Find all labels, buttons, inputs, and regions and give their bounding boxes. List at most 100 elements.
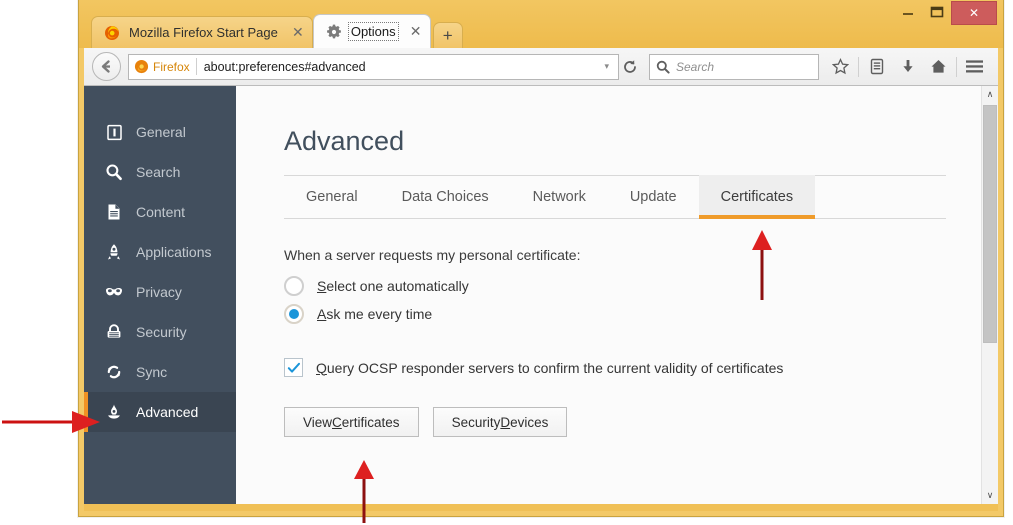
toolbar-separator xyxy=(858,56,859,77)
navigation-toolbar: Firefox about:preferences#advanced ▾ Sea… xyxy=(84,48,998,86)
rocket-icon xyxy=(104,242,124,262)
button-label-pre: Security xyxy=(451,414,501,430)
screenshot-root: Mozilla Firefox Start Page ✕ Options ✕ + xyxy=(0,0,1013,525)
radio-indicator[interactable] xyxy=(284,276,304,296)
sidebar-item-security[interactable]: Security xyxy=(84,312,236,352)
checkbox-indicator[interactable] xyxy=(284,358,303,377)
view-certificates-button[interactable]: View Certificates xyxy=(284,407,419,437)
hamburger-menu-icon[interactable] xyxy=(959,52,990,82)
arrow-to-view-certificates-button xyxy=(354,460,374,523)
page-title: Advanced xyxy=(284,126,405,156)
new-tab-button[interactable]: + xyxy=(432,22,463,48)
chevron-down-icon[interactable]: ▾ xyxy=(601,61,614,72)
close-button[interactable]: ✕ xyxy=(951,1,997,25)
sidebar-item-general[interactable]: General xyxy=(84,112,236,152)
radio-label: Select one automatically xyxy=(317,278,469,294)
scrollbar-thumb[interactable] xyxy=(983,105,997,344)
preferences-sidebar: General Search Content Applications Priv… xyxy=(84,86,236,504)
general-icon xyxy=(104,122,124,142)
tab-network[interactable]: Network xyxy=(511,175,608,218)
tab-certificates[interactable]: Certificates xyxy=(698,175,816,219)
scroll-up-icon[interactable]: ∧ xyxy=(982,86,998,103)
downloads-icon[interactable] xyxy=(892,52,923,82)
minimize-button[interactable] xyxy=(893,1,922,23)
security-devices-button[interactable]: Security Devices xyxy=(432,407,568,437)
checkbox-label: Query OCSP responder servers to confirm … xyxy=(316,360,783,376)
scrollbar-track[interactable] xyxy=(982,103,998,487)
identity-box[interactable]: Firefox xyxy=(134,59,196,74)
button-label-post: ertificates xyxy=(341,414,400,430)
identity-label: Firefox xyxy=(153,59,190,74)
tab-update[interactable]: Update xyxy=(608,175,699,218)
checkbox-label-text: uery OCSP responder servers to confirm t… xyxy=(326,359,784,376)
checkbox-query-ocsp[interactable]: Query OCSP responder servers to confirm … xyxy=(284,358,981,377)
home-icon[interactable] xyxy=(923,52,954,82)
accel-letter: Q xyxy=(316,359,327,376)
toolbar-separator xyxy=(956,56,957,77)
arrow-to-advanced-sidebar xyxy=(2,411,100,433)
tab-general[interactable]: General xyxy=(284,175,380,218)
radio-label-text: sk me every time xyxy=(326,306,433,322)
back-button[interactable] xyxy=(92,52,121,81)
radio-label: Ask me every time xyxy=(317,306,432,322)
bookmark-star-icon[interactable] xyxy=(825,52,856,82)
certificate-button-row: View Certificates Security Devices xyxy=(284,407,981,437)
radio-ask-me-every-time[interactable]: Ask me every time xyxy=(284,304,981,324)
address-bar[interactable]: Firefox about:preferences#advanced ▾ xyxy=(128,53,619,80)
maximize-button[interactable] xyxy=(922,1,951,23)
firefox-logo-icon xyxy=(105,25,119,40)
accel-letter: D xyxy=(500,414,511,430)
accel-letter: C xyxy=(332,414,342,430)
tab-label: Mozilla Firefox Start Page xyxy=(129,25,278,40)
url-text[interactable]: about:preferences#advanced xyxy=(204,60,602,74)
accel-letter: A xyxy=(317,306,327,322)
sidebar-item-label: Advanced xyxy=(136,404,199,420)
reload-button[interactable] xyxy=(619,59,641,75)
sidebar-item-label: General xyxy=(136,124,186,140)
tab-options[interactable]: Options ✕ xyxy=(312,14,431,48)
search-icon xyxy=(104,162,124,182)
sidebar-item-label: Applications xyxy=(136,244,212,260)
certificate-request-label: When a server requests my personal certi… xyxy=(284,247,581,263)
identity-separator xyxy=(195,58,197,75)
search-input[interactable]: Search xyxy=(676,60,714,74)
mask-icon xyxy=(104,282,124,302)
sidebar-item-privacy[interactable]: Privacy xyxy=(84,272,236,312)
sidebar-item-label: Content xyxy=(136,204,186,220)
sidebar-item-applications[interactable]: Applications xyxy=(84,232,236,272)
firefox-logo-icon xyxy=(134,59,149,74)
advanced-pane: Advanced General Data Choices Network Up… xyxy=(236,86,981,504)
sidebar-item-advanced[interactable]: Advanced xyxy=(84,392,236,432)
reload-icon xyxy=(624,59,636,73)
tab-mozilla-firefox-start-page[interactable]: Mozilla Firefox Start Page ✕ xyxy=(91,16,313,48)
search-box[interactable]: Search xyxy=(649,53,819,80)
check-icon xyxy=(287,362,300,373)
arrow-to-certificates-tab xyxy=(752,230,772,300)
back-arrow-icon xyxy=(101,60,110,73)
sidebar-item-search[interactable]: Search xyxy=(84,152,236,192)
advanced-gear-icon xyxy=(104,402,124,422)
sidebar-item-label: Privacy xyxy=(136,284,182,300)
scroll-down-icon[interactable]: ∨ xyxy=(982,487,998,504)
tab-label: Options xyxy=(347,22,399,41)
vertical-scrollbar[interactable]: ∧ ∨ xyxy=(981,86,998,504)
sync-refresh-icon xyxy=(104,362,124,382)
tab-close-icon[interactable]: ✕ xyxy=(408,23,424,40)
content-page-icon xyxy=(104,202,124,222)
tab-strip: Mozilla Firefox Start Page ✕ Options ✕ + xyxy=(91,14,463,48)
toolbar-icons xyxy=(825,52,990,82)
tab-data-choices[interactable]: Data Choices xyxy=(380,175,511,218)
tab-close-icon[interactable]: ✕ xyxy=(290,24,306,41)
sidebar-item-sync[interactable]: Sync xyxy=(84,352,236,392)
lock-icon xyxy=(104,322,124,342)
window-controls: ✕ xyxy=(893,1,997,27)
gear-icon xyxy=(326,24,341,38)
sidebar-item-content[interactable]: Content xyxy=(84,192,236,232)
radio-indicator[interactable] xyxy=(284,304,304,324)
button-label-pre: View xyxy=(303,414,333,430)
sidebar-item-label: Security xyxy=(136,324,187,340)
preferences-content: General Search Content Applications Priv… xyxy=(84,86,998,504)
radio-select-one-automatically[interactable]: Select one automatically xyxy=(284,276,981,296)
reader-list-icon[interactable] xyxy=(861,52,892,82)
firefox-window: Mozilla Firefox Start Page ✕ Options ✕ + xyxy=(78,0,1004,517)
